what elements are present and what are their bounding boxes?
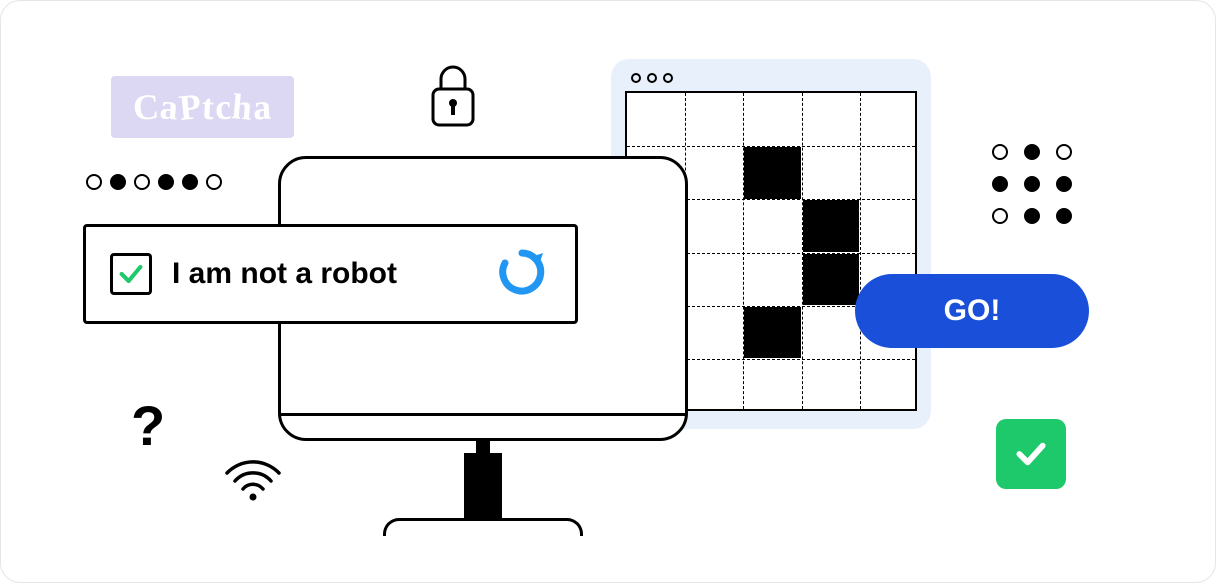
go-button[interactable]: GO!	[855, 274, 1089, 348]
wifi-icon	[223, 457, 283, 506]
check-icon	[1011, 434, 1051, 474]
dot-pattern-right	[989, 141, 1075, 227]
question-mark-icon: ?	[131, 393, 165, 458]
check-icon	[117, 260, 145, 288]
captcha-text-badge: CaPtcha	[111, 76, 294, 138]
recaptcha-checkbox[interactable]	[110, 253, 152, 295]
monitor-illustration	[278, 156, 688, 536]
success-check-badge	[996, 419, 1066, 489]
window-controls	[631, 73, 917, 83]
recaptcha-card: I am not a robot	[83, 224, 578, 324]
dot-pattern-left	[86, 174, 222, 190]
lock-icon	[427, 61, 479, 136]
go-button-label: GO!	[944, 294, 1001, 328]
recaptcha-label: I am not a robot	[172, 257, 473, 291]
reload-icon[interactable]	[493, 243, 551, 306]
